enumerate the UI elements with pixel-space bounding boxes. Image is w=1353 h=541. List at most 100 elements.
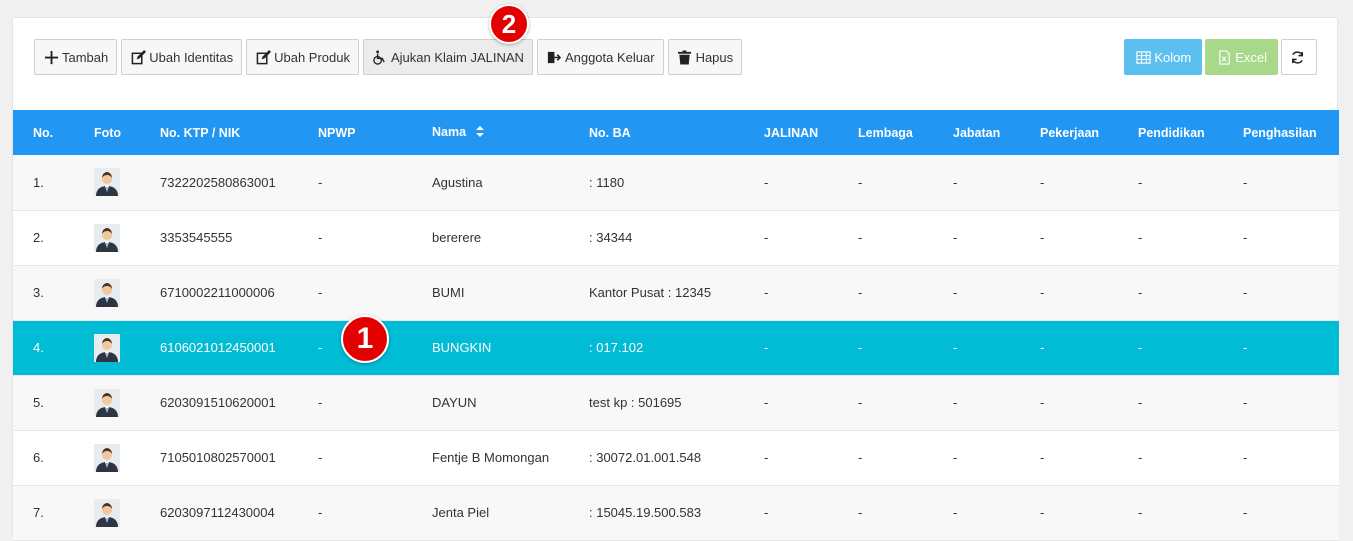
cell-lembaga: - (858, 285, 863, 300)
excel-button[interactable]: Excel (1205, 39, 1278, 75)
plus-icon (43, 49, 59, 65)
cell-npwp: - (318, 505, 323, 520)
ubah-identitas-button[interactable]: Ubah Identitas (121, 39, 243, 75)
header-lembaga[interactable]: Lembaga (858, 110, 953, 155)
cell-ba: test kp : 501695 (589, 395, 682, 410)
cell-no: 2. (33, 230, 44, 245)
avatar[interactable] (94, 278, 120, 307)
header-ktp[interactable]: No. KTP / NIK (160, 110, 318, 155)
cell-penghasilan: - (1243, 230, 1248, 245)
cell-jalinan: - (764, 174, 769, 190)
kolom-button[interactable]: Kolom (1124, 39, 1203, 75)
cell-npwp: - (318, 450, 323, 465)
header-jalinan[interactable]: JALINAN (764, 110, 858, 155)
table-row[interactable]: 3. 6710002211000006 - BUMI Kantor Pusat : 12… (13, 265, 1339, 320)
cell-pendidikan: - (1138, 340, 1143, 355)
avatar[interactable] (94, 333, 120, 362)
cell-jabatan: - (953, 450, 958, 465)
cell-foto (94, 320, 160, 375)
cell-ba: : 1180 (589, 174, 625, 190)
cell-npwp: - (318, 174, 323, 190)
table-icon (1135, 49, 1151, 65)
cell-ba: Kantor Pusat : 12345 (589, 285, 712, 300)
header-penghasilan[interactable]: Penghasilan (1243, 110, 1339, 155)
cell-lembaga: - (858, 340, 863, 355)
avatar[interactable] (94, 223, 120, 252)
header-jabatan[interactable]: Jabatan (953, 110, 1040, 155)
cell-nama: bererere (432, 230, 482, 245)
cell-ba: : 34344 (589, 230, 633, 245)
avatar[interactable] (94, 388, 120, 417)
table-row[interactable]: 5. 6203091510620001 - DAYUN test kp : 501695… (13, 375, 1339, 430)
toolbar: Tambah Ubah Identitas Ubah Produk Ajukan… (34, 39, 743, 75)
cell-npwp: - (318, 285, 323, 300)
header-pekerjaan[interactable]: Pekerjaan (1040, 110, 1138, 155)
cell-jalinan: - (764, 285, 769, 300)
cell-pekerjaan: - (1040, 505, 1045, 520)
avatar[interactable] (94, 168, 120, 197)
cell-foto (94, 265, 160, 320)
cell-pendidikan: - (1138, 174, 1143, 190)
ubah-produk-button[interactable]: Ubah Produk (246, 39, 359, 75)
cell-nama: BUNGKIN (432, 340, 492, 355)
cell-foto (94, 430, 160, 485)
cell-nama: BUMI (432, 285, 465, 300)
avatar[interactable] (94, 498, 120, 527)
cell-pendidikan: - (1138, 230, 1143, 245)
cell-jalinan: - (764, 230, 769, 245)
header-foto[interactable]: Foto (94, 110, 160, 155)
trash-icon (677, 49, 693, 65)
cell-npwp: - (318, 230, 323, 245)
cell-jalinan: - (764, 340, 769, 355)
cell-ktp: 6710002211000006 (160, 285, 275, 300)
table-header-row: No. Foto No. KTP / NIK NPWP Nama No. BA … (13, 110, 1339, 155)
ajukan-klaim-jalinan-button[interactable]: Ajukan Klaim JALINAN (362, 39, 533, 75)
cell-no: 7. (33, 505, 44, 520)
header-no[interactable]: No. (13, 110, 94, 155)
cell-ktp: 7105010802570001 (160, 450, 276, 465)
cell-ba: : 017.102 (589, 340, 644, 355)
cell-pekerjaan: - (1040, 230, 1045, 245)
cell-no: 5. (33, 395, 44, 410)
cell-lembaga: - (858, 230, 863, 245)
cell-jalinan: - (764, 505, 769, 520)
annotation-badge-1: 1 (341, 315, 389, 363)
cell-ktp: 7322202580863001 (160, 174, 276, 190)
header-nama[interactable]: Nama (432, 110, 589, 155)
cell-foto (94, 375, 160, 430)
cell-lembaga: - (858, 174, 863, 190)
cell-jabatan: - (953, 505, 958, 520)
sort-icon[interactable] (475, 125, 484, 140)
table-row[interactable]: 1. 7322202580863001 - Agustina: 1180 - - - - - - (13, 155, 1339, 210)
table-row[interactable]: 6. 7105010802570001 - Fentje B Momongan: 30… (13, 430, 1339, 485)
header-ba[interactable]: No. BA (589, 110, 764, 155)
table-row[interactable]: 7. 6203097112430004 - Jenta Piel: 15045.19.… (13, 485, 1339, 540)
main-panel: Tambah Ubah Identitas Ubah Produk Ajukan… (12, 17, 1339, 540)
table-row[interactable]: 2. 3353545555 - bererere: 34344 - - - - - - (13, 210, 1339, 265)
tambah-button[interactable]: Tambah (34, 39, 118, 75)
cell-penghasilan: - (1243, 174, 1248, 190)
anggota-keluar-button[interactable]: Anggota Keluar (536, 39, 664, 75)
cell-lembaga: - (858, 395, 863, 410)
cell-penghasilan: - (1243, 505, 1248, 520)
cell-pendidikan: - (1138, 395, 1143, 410)
hapus-button[interactable]: Hapus (667, 39, 743, 75)
cell-no: 4. (33, 340, 44, 355)
header-pendidikan[interactable]: Pendidikan (1138, 110, 1243, 155)
file-excel-icon (1216, 49, 1232, 65)
sign-out-icon (546, 49, 562, 65)
cell-pendidikan: - (1138, 450, 1143, 465)
header-npwp[interactable]: NPWP (318, 110, 432, 155)
cell-penghasilan: - (1243, 395, 1248, 410)
cell-ktp: 3353545555 (160, 230, 233, 245)
right-tools: Kolom Excel (1124, 39, 1317, 75)
cell-npwp: - (318, 395, 323, 410)
table-row[interactable]: 4. 6106021012450001 - BUNGKIN: 017.102 - - - - -… (13, 320, 1339, 375)
refresh-icon (1290, 49, 1306, 65)
cell-pekerjaan: - (1040, 340, 1045, 355)
wheelchair-icon (372, 49, 388, 65)
cell-jabatan: - (953, 285, 958, 300)
avatar[interactable] (94, 443, 120, 472)
cell-penghasilan: - (1243, 340, 1248, 355)
refresh-button[interactable] (1281, 39, 1317, 75)
